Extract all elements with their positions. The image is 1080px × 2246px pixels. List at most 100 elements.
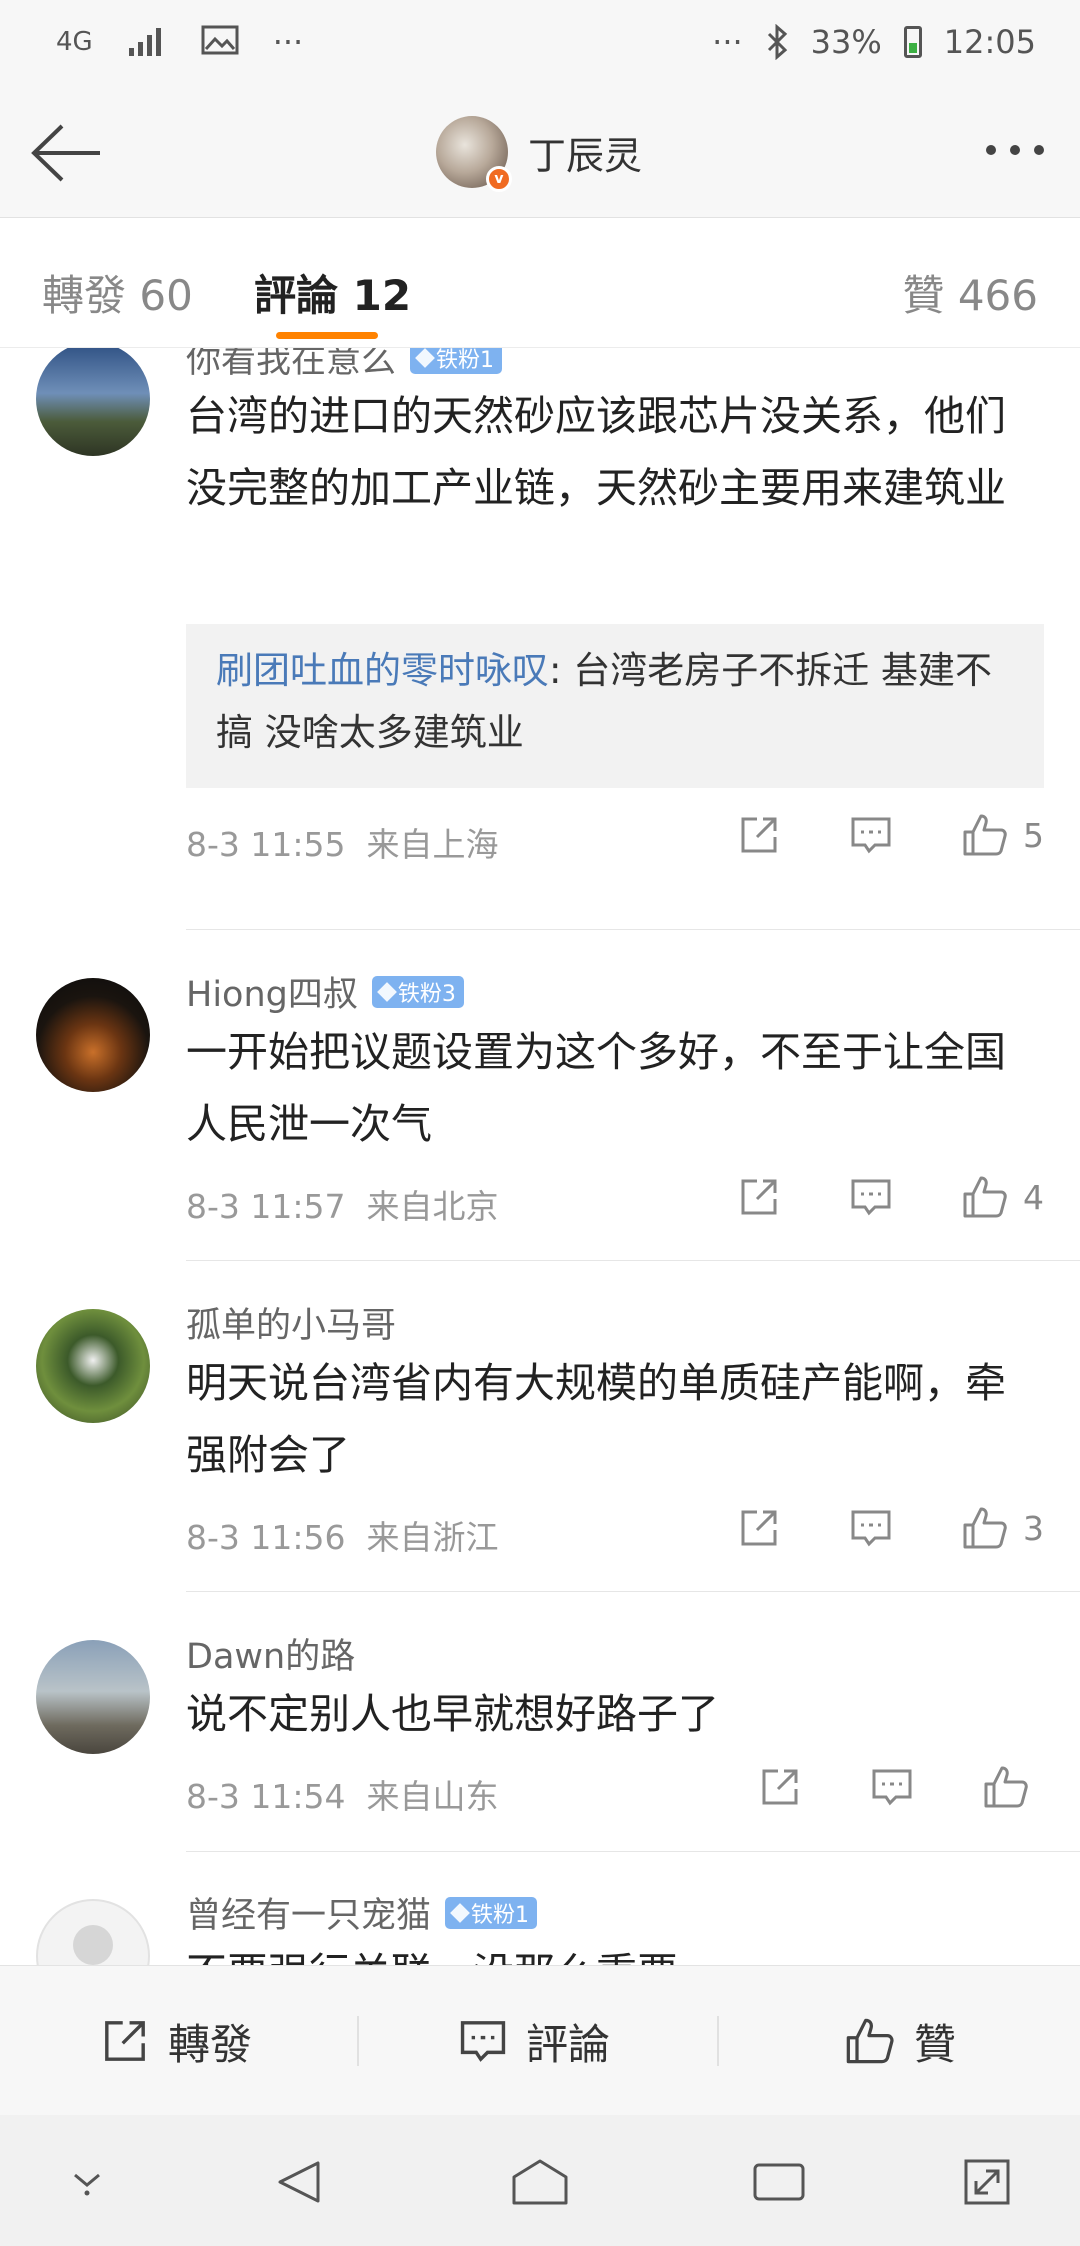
comment-meta: 8-3 11:56 来自浙江: [186, 1511, 498, 1559]
like-button[interactable]: 5: [961, 812, 1044, 858]
reply-username[interactable]: 刷团吐血的零时咏叹: [216, 649, 549, 692]
separator: [357, 2016, 359, 2066]
share-button[interactable]: [737, 1506, 781, 1550]
thumbs-up-icon: [984, 1766, 1028, 1808]
bottom-action-bar: 轉發 評論 贊: [0, 1965, 1080, 2115]
share-button[interactable]: [737, 1175, 781, 1219]
share-button[interactable]: [758, 1765, 802, 1809]
status-bar: 4G ··· ··· 33% 12:05: [0, 0, 1080, 90]
expand-icon[interactable]: [952, 2147, 1022, 2217]
divider: [186, 929, 1080, 930]
like-button[interactable]: 4: [961, 1174, 1044, 1220]
like-count: 5: [1023, 815, 1044, 855]
comment-time: 8-3 11:57: [186, 1187, 346, 1226]
comment-text: 不要强行关联，没那么重要: [186, 1937, 1046, 1965]
comment-label: 評論: [526, 2019, 611, 2069]
thumbs-up-icon: [846, 2018, 894, 2064]
thumbs-up-icon: [963, 1176, 1007, 1218]
comment-time: 8-3 11:54: [186, 1777, 346, 1816]
default-avatar-icon[interactable]: [36, 1899, 150, 1965]
thumbs-up-icon: [963, 1507, 1007, 1549]
home-nav-icon[interactable]: [505, 2147, 575, 2217]
share-icon: [762, 1769, 798, 1805]
like-button[interactable]: 3: [961, 1505, 1044, 1551]
system-nav-bar: [0, 2115, 1080, 2246]
top-nav: v 丁辰灵: [0, 90, 1080, 218]
comment-actions: 4: [737, 1174, 1044, 1220]
like-count: 4: [1023, 1177, 1044, 1217]
comment-meta: 8-3 11:57 来自北京: [186, 1180, 498, 1228]
avatar: v: [436, 116, 512, 192]
tab-comment[interactable]: 評論 12: [254, 262, 411, 323]
avatar[interactable]: [36, 1640, 150, 1754]
reply-button[interactable]: [849, 1175, 893, 1219]
back-nav-icon[interactable]: [264, 2147, 334, 2217]
reply-button[interactable]: [849, 1506, 893, 1550]
back-button[interactable]: [28, 120, 104, 186]
battery-icon: [903, 26, 922, 58]
repost-button[interactable]: 轉發: [100, 1966, 252, 2116]
diamond-icon: [376, 981, 397, 1002]
comment-actions: 5: [737, 812, 1044, 858]
verified-badge: v: [486, 166, 512, 192]
like-button[interactable]: 贊: [844, 1966, 956, 2116]
comment-icon: [851, 817, 891, 854]
like-count: 3: [1023, 1508, 1044, 1548]
avatar[interactable]: [36, 1309, 150, 1423]
avatar[interactable]: [36, 348, 150, 456]
comment-time: 8-3 11:56: [186, 1518, 346, 1557]
comment-username[interactable]: 孤单的小马哥: [186, 1297, 396, 1348]
comment-text: 台湾的进口的天然砂应该跟芯片没关系，他们没完整的加工产业链，天然砂主要用来建筑业: [186, 392, 1006, 512]
comment-icon: [851, 1510, 891, 1547]
like-label: 贊: [914, 2019, 957, 2069]
share-button[interactable]: [737, 813, 781, 857]
hide-nav-icon[interactable]: [52, 2147, 122, 2217]
share-icon: [105, 2021, 145, 2061]
comment-text: 明天说台湾省内有大规模的单质硅产能啊，牵强附会了: [186, 1359, 1006, 1479]
comment-meta: 8-3 11:54 来自山东: [186, 1770, 498, 1818]
comment-username[interactable]: 你看我在意么 铁粉1: [186, 348, 503, 383]
comment-list: 你看我在意么 铁粉1 台湾的进口的天然砂应该跟芯片没关系，他们没完整的加工产业链…: [0, 348, 1080, 1965]
avatar[interactable]: [36, 978, 150, 1092]
fan-badge: 铁粉3: [371, 975, 464, 1008]
like-button[interactable]: [982, 1764, 1030, 1810]
comment-location: 来自浙江: [366, 1518, 499, 1557]
bluetooth-icon: [765, 23, 789, 61]
divider: [186, 1591, 1080, 1592]
profile-header[interactable]: v 丁辰灵: [436, 116, 643, 192]
comment-time: 8-3 11:55: [186, 825, 346, 864]
back-arrow-icon: [31, 124, 100, 182]
comment-button[interactable]: 評論: [458, 1966, 610, 2116]
share-icon: [741, 1510, 777, 1546]
comment-username[interactable]: 曾经有一只宠猫 铁粉1: [186, 1887, 538, 1938]
comment-icon: [460, 2021, 506, 2062]
comment-icon: [872, 1769, 912, 1806]
more-notifications: ···: [272, 23, 304, 61]
clock: 12:05: [943, 23, 1036, 61]
more-indicator: ···: [712, 23, 743, 61]
reply-button[interactable]: [870, 1765, 914, 1809]
divider: [186, 1260, 1080, 1261]
more-options-icon[interactable]: [980, 130, 1050, 170]
page-title: 丁辰灵: [528, 133, 643, 178]
reply-button[interactable]: [849, 813, 893, 857]
comment-location: 来自上海: [366, 825, 499, 864]
recents-nav-icon[interactable]: [744, 2147, 814, 2217]
comment-location: 来自北京: [366, 1187, 499, 1226]
fan-badge: 铁粉1: [445, 1896, 538, 1929]
separator: [717, 2016, 719, 2066]
tab-bar: 轉發 60 評論 12 贊 466: [0, 218, 1080, 348]
network-type: 4G: [56, 27, 93, 57]
battery-percent: 33%: [810, 23, 882, 61]
tab-like[interactable]: 贊 466: [902, 262, 1038, 323]
share-icon: [741, 817, 777, 853]
signal-icon: [127, 24, 167, 60]
comment-username[interactable]: Hiong四叔 铁粉3: [186, 966, 464, 1017]
comment-username[interactable]: Dawn的路: [186, 1628, 355, 1679]
tab-repost[interactable]: 轉發 60: [42, 262, 193, 323]
comment-meta: 8-3 11:55 来自上海: [186, 818, 498, 866]
diamond-icon: [450, 1902, 470, 1923]
comment-location: 来自山东: [366, 1777, 499, 1816]
comment-actions: 3: [737, 1505, 1044, 1551]
reply-preview[interactable]: 刷团吐血的零时咏叹: 台湾老房子不拆迁 基建不搞 没啥太多建筑业: [186, 624, 1044, 788]
